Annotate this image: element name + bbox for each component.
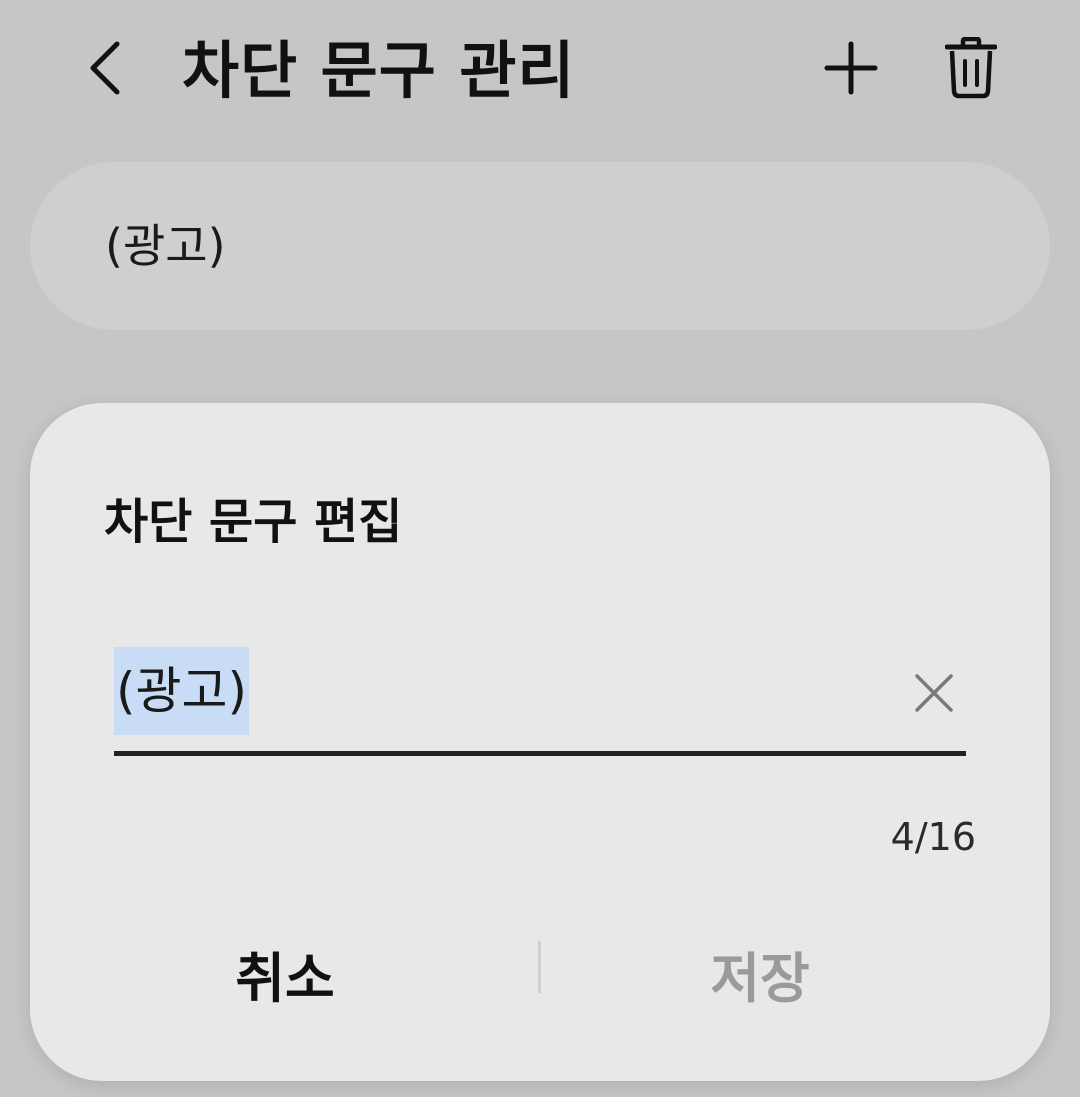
list-item[interactable]: (광고)	[30, 162, 1050, 330]
edit-dialog: 차단 문구 편집 (광고) 4/16 취소 저장	[30, 403, 1050, 1081]
delete-button[interactable]	[931, 28, 1011, 108]
close-icon	[915, 674, 953, 712]
dialog-button-row: 취소 저장	[30, 923, 1050, 1023]
phrase-input[interactable]: (광고)	[114, 647, 966, 757]
input-underline	[114, 751, 966, 756]
app-bar: 차단 문구 관리	[0, 0, 1080, 140]
clear-button[interactable]	[902, 661, 966, 725]
dialog-title: 차단 문구 편집	[104, 494, 403, 550]
trash-icon	[945, 37, 997, 99]
plus-icon	[824, 41, 878, 95]
add-button[interactable]	[811, 28, 891, 108]
back-button[interactable]	[70, 28, 140, 108]
button-divider	[538, 941, 541, 993]
save-button[interactable]: 저장	[550, 923, 970, 1023]
cancel-button[interactable]: 취소	[70, 923, 500, 1023]
char-counter: 4/16	[890, 815, 976, 859]
list-item-label: (광고)	[105, 219, 226, 273]
chevron-left-icon	[90, 41, 120, 95]
phrase-input-value[interactable]: (광고)	[114, 647, 250, 735]
page-title: 차단 문구 관리	[182, 34, 576, 107]
